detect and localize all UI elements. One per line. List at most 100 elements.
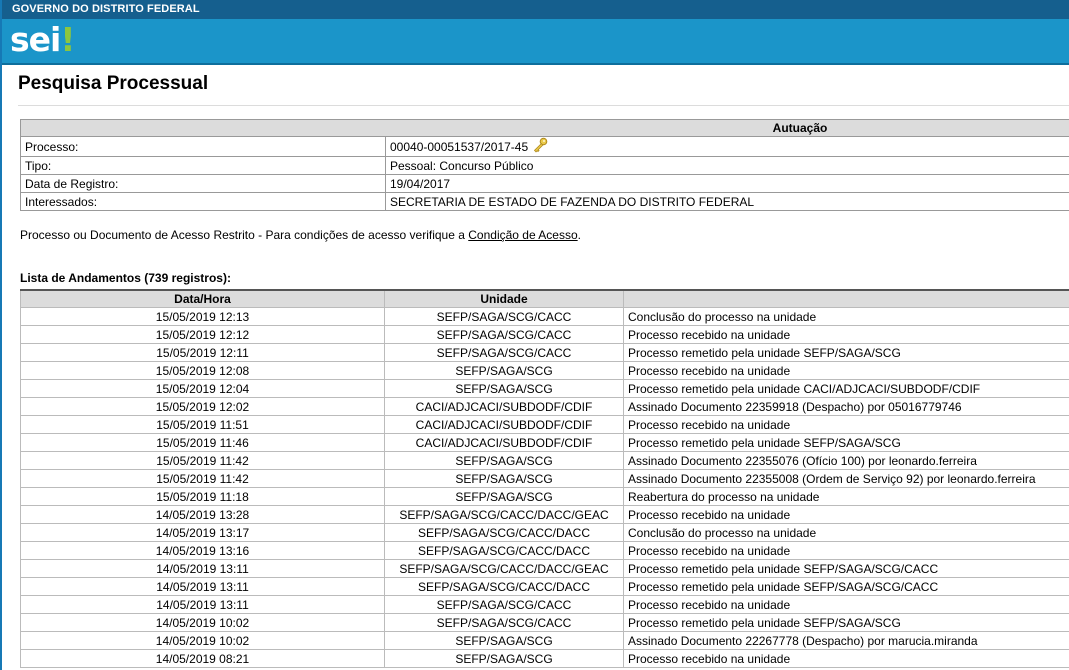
info-value-cell: 00040-00051537/2017-45 (385, 136, 1069, 157)
info-value: Pessoal: Concurso Público (390, 158, 534, 173)
info-value: 00040-00051537/2017-45 (390, 140, 529, 154)
table-row: 15/05/2019 12:08 SEFP/SAGA/SCG Processo re… (20, 361, 1069, 380)
access-condition-link[interactable]: Condição de Acesso (468, 228, 577, 242)
info-label: Interessados: (20, 192, 386, 211)
andamento-datetime: 15/05/2019 11:51 (20, 415, 385, 434)
info-label: Tipo: (20, 156, 386, 175)
andamento-unit: CACI/ADJCACI/SUBDODF/CDIF (384, 433, 624, 452)
andamento-unit: SEFP/SAGA/SCG (384, 649, 624, 668)
andamento-datetime: 15/05/2019 11:42 (20, 451, 385, 470)
andamento-description: Processo remetido pela unidade SEFP/SAGA… (623, 343, 1069, 362)
info-row: Data de Registro: 19/04/2017 (20, 174, 1069, 193)
government-label: GOVERNO DO DISTRITO FEDERAL (12, 3, 200, 15)
andamento-unit: SEFP/SAGA/SCG (384, 379, 624, 398)
table-row: 14/05/2019 10:02 SEFP/SAGA/SCG/CACC Proces… (20, 613, 1069, 632)
andamento-datetime: 15/05/2019 12:08 (20, 361, 385, 380)
andamento-description: Processo recebido na unidade (623, 649, 1069, 668)
andamento-description: Assinado Documento 22267778 (Despacho) p… (623, 631, 1069, 650)
andamento-unit: SEFP/SAGA/SCG/CACC (384, 307, 624, 326)
info-value-cell: 19/04/2017 (385, 174, 1069, 193)
table-row: 15/05/2019 11:46 CACI/ADJCACI/SUBDODF/CDI… (20, 433, 1069, 452)
info-label: Data de Registro: (20, 174, 386, 193)
andamento-description: Processo remetido pela unidade CACI/ADJC… (623, 379, 1069, 398)
andamento-description: Assinado Documento 22355076 (Ofício 100)… (623, 451, 1069, 470)
andamento-unit: CACI/ADJCACI/SUBDODF/CDIF (384, 415, 624, 434)
andamento-unit: SEFP/SAGA/SCG/CACC (384, 613, 624, 632)
table-row: 15/05/2019 12:13 SEFP/SAGA/SCG/CACC Conclu… (20, 307, 1069, 326)
andamento-description: Processo remetido pela unidade SEFP/SAGA… (623, 577, 1069, 596)
andamento-datetime: 14/05/2019 13:11 (20, 559, 385, 578)
andamentos-table: Data/Hora Unidade 15/05/2019 12:13 SEFP/S… (20, 289, 1069, 668)
andamento-description: Processo recebido na unidade (623, 505, 1069, 524)
andamento-description: Conclusão do processo na unidade (623, 307, 1069, 326)
andamento-unit: SEFP/SAGA/SCG/CACC/DACC (384, 523, 624, 542)
andamento-description: Processo recebido na unidade (623, 325, 1069, 344)
andamento-datetime: 14/05/2019 10:02 (20, 631, 385, 650)
info-row: Tipo: Pessoal: Concurso Público (20, 156, 1069, 175)
andamento-unit: SEFP/SAGA/SCG/CACC/DACC (384, 541, 624, 560)
table-row: 14/05/2019 13:11 SEFP/SAGA/SCG/CACC Proces… (20, 595, 1069, 614)
andamento-unit: SEFP/SAGA/SCG/CACC/DACC/GEAC (384, 559, 624, 578)
andamento-description: Processo remetido pela unidade SEFP/SAGA… (623, 559, 1069, 578)
andamento-unit: CACI/ADJCACI/SUBDODF/CDIF (384, 397, 624, 416)
process-info-table: Autuação Processo: 00040-00051537/2017-45… (20, 119, 1069, 211)
andamento-unit: SEFP/SAGA/SCG/CACC/DACC (384, 577, 624, 596)
column-header-unit: Unidade (384, 289, 624, 308)
table-row: 15/05/2019 12:11 SEFP/SAGA/SCG/CACC Proces… (20, 343, 1069, 362)
andamento-datetime: 15/05/2019 12:04 (20, 379, 385, 398)
info-value: 19/04/2017 (390, 176, 451, 191)
table-row: 15/05/2019 11:42 SEFP/SAGA/SCG Assinado Do… (20, 451, 1069, 470)
andamento-description: Processo recebido na unidade (623, 595, 1069, 614)
andamento-description: Reabertura do processo na unidade (623, 487, 1069, 506)
andamento-datetime: 14/05/2019 08:21 (20, 649, 385, 668)
key-icon[interactable] (532, 137, 548, 156)
andamento-datetime: 15/05/2019 12:02 (20, 397, 385, 416)
andamento-datetime: 15/05/2019 12:13 (20, 307, 385, 326)
info-value-cell: Pessoal: Concurso Público (385, 156, 1069, 175)
table-row: 14/05/2019 13:11 SEFP/SAGA/SCG/CACC/DACC P… (20, 577, 1069, 596)
andamento-datetime: 14/05/2019 13:11 (20, 577, 385, 596)
table-row: 15/05/2019 12:02 CACI/ADJCACI/SUBDODF/CDI… (20, 397, 1069, 416)
andamento-unit: SEFP/SAGA/SCG/CACC/DACC/GEAC (384, 505, 624, 524)
column-header-datetime: Data/Hora (20, 289, 385, 308)
sei-header-bar: sei! (2, 19, 1069, 65)
column-header-description (623, 289, 1069, 308)
table-row: 14/05/2019 13:28 SEFP/SAGA/SCG/CACC/DACC/… (20, 505, 1069, 524)
info-row: Interessados: SECRETARIA DE ESTADO DE FAZ… (20, 192, 1069, 211)
title-divider (18, 105, 1069, 106)
andamento-unit: SEFP/SAGA/SCG/CACC (384, 595, 624, 614)
sei-logo[interactable]: sei! (10, 20, 75, 59)
info-value: SECRETARIA DE ESTADO DE FAZENDA DO DISTR… (390, 194, 755, 209)
info-section-title: Autuação (772, 121, 828, 135)
andamento-datetime: 15/05/2019 12:12 (20, 325, 385, 344)
andamento-unit: SEFP/SAGA/SCG (384, 631, 624, 650)
andamento-datetime: 14/05/2019 13:17 (20, 523, 385, 542)
access-note-text: Processo ou Documento de Acesso Restrito… (20, 228, 469, 242)
table-row: 14/05/2019 13:16 SEFP/SAGA/SCG/CACC/DACC P… (20, 541, 1069, 560)
table-row: 15/05/2019 11:42 SEFP/SAGA/SCG Assinado Do… (20, 469, 1069, 488)
andamento-datetime: 15/05/2019 11:42 (20, 469, 385, 488)
andamento-description: Processo remetido pela unidade SEFP/SAGA… (623, 433, 1069, 452)
info-value-cell: SECRETARIA DE ESTADO DE FAZENDA DO DISTR… (385, 192, 1069, 211)
table-row: 14/05/2019 08:21 SEFP/SAGA/SCG Processo re… (20, 649, 1069, 668)
table-row: 15/05/2019 12:04 SEFP/SAGA/SCG Processo re… (20, 379, 1069, 398)
access-restriction-note: Processo ou Documento de Acesso Restrito… (20, 228, 581, 242)
andamento-datetime: 15/05/2019 12:11 (20, 343, 385, 362)
andamentos-header-row: Data/Hora Unidade (20, 289, 1069, 308)
government-bar: GOVERNO DO DISTRITO FEDERAL (2, 0, 1069, 19)
andamento-description: Assinado Documento 22355008 (Ordem de Se… (623, 469, 1069, 488)
browser-frame: GOVERNO DO DISTRITO FEDERAL sei! Pesquis… (0, 0, 1069, 670)
andamento-unit: SEFP/SAGA/SCG/CACC (384, 325, 624, 344)
andamento-description: Assinado Documento 22359918 (Despacho) p… (623, 397, 1069, 416)
andamento-description: Processo remetido pela unidade SEFP/SAGA… (623, 613, 1069, 632)
sei-logo-text: sei (10, 20, 61, 59)
andamento-description: Processo recebido na unidade (623, 415, 1069, 434)
andamentos-caption: Lista de Andamentos (739 registros): (20, 271, 231, 285)
andamento-datetime: 14/05/2019 13:28 (20, 505, 385, 524)
info-section-header: Autuação (20, 119, 1069, 137)
andamento-datetime: 14/05/2019 10:02 (20, 613, 385, 632)
andamento-description: Processo recebido na unidade (623, 361, 1069, 380)
andamento-datetime: 15/05/2019 11:46 (20, 433, 385, 452)
table-row: 15/05/2019 11:18 SEFP/SAGA/SCG Reabertura … (20, 487, 1069, 506)
andamento-description: Processo recebido na unidade (623, 541, 1069, 560)
